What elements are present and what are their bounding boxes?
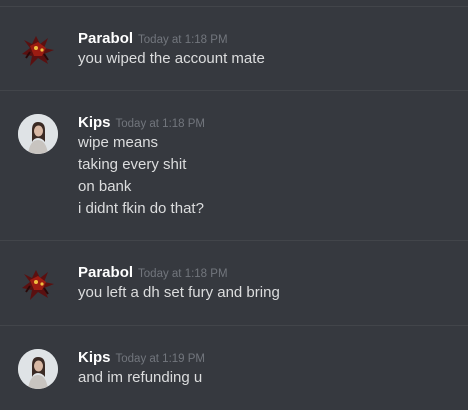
message-line: and im refunding u	[78, 369, 203, 386]
author-name[interactable]: Kips	[78, 114, 111, 131]
user-photo-avatar[interactable]	[18, 114, 58, 154]
demon-avatar-icon[interactable]	[18, 30, 58, 70]
message-divider	[0, 240, 468, 241]
user-photo-avatar[interactable]	[18, 349, 58, 389]
message-divider	[0, 325, 468, 326]
message-divider	[0, 90, 468, 91]
author-name[interactable]: Parabol	[78, 264, 133, 281]
message-divider	[0, 6, 468, 7]
message-timestamp: Today at 1:18 PM	[115, 118, 206, 130]
message-timestamp: Today at 1:19 PM	[115, 353, 206, 365]
message-line: i didnt fkin do that?	[78, 200, 204, 217]
message-line: you left a dh set fury and bring	[78, 284, 280, 301]
message-line: on bank	[78, 178, 132, 195]
message-timestamp: Today at 1:18 PM	[138, 34, 228, 46]
message-line: wipe means	[78, 134, 159, 151]
author-name[interactable]: Parabol	[78, 30, 133, 47]
demon-avatar-icon[interactable]	[18, 264, 58, 304]
message-timestamp: Today at 1:18 PM	[138, 268, 228, 280]
message-header: Kips Today at 1:19 PM	[78, 349, 205, 367]
author-name[interactable]: Kips	[78, 349, 111, 366]
message-header: Kips Today at 1:18 PM	[78, 114, 205, 132]
message-header: Parabol Today at 1:18 PM	[78, 30, 228, 48]
message-line: taking every shit	[78, 156, 187, 173]
message-header: Parabol Today at 1:18 PM	[78, 264, 228, 282]
message-line: you wiped the account mate	[78, 50, 265, 67]
